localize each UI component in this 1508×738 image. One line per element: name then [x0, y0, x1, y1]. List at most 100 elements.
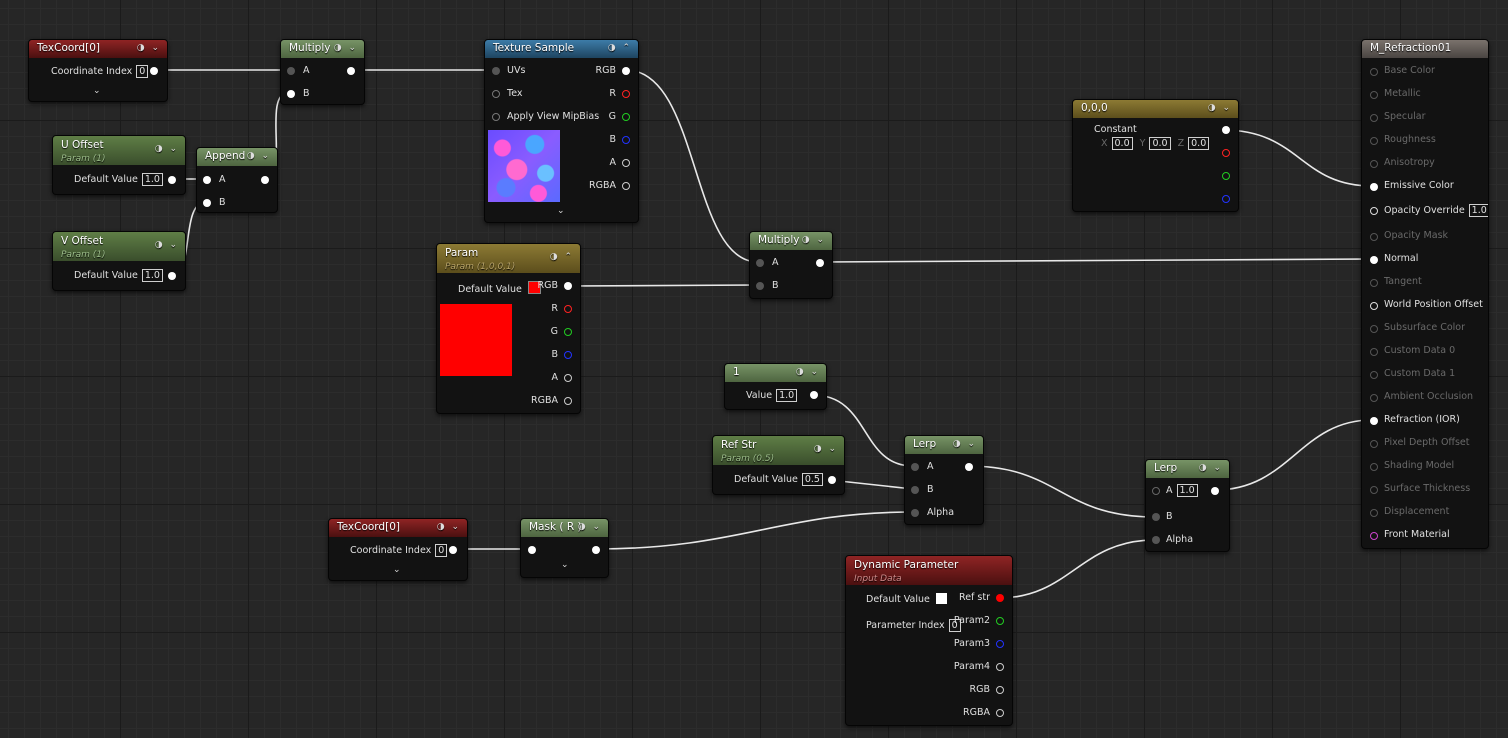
- lerp-node-1[interactable]: Lerp ◑ ⌄ A B Alpha: [904, 435, 984, 525]
- constant3-node[interactable]: 0,0,0 ◑ ⌄ Constant X 0.0 Y 0.0 Z 0.0: [1072, 99, 1239, 212]
- node-header[interactable]: TexCoord[0] ◑ ⌄: [29, 40, 167, 58]
- expand-chevron-icon[interactable]: ⌄: [561, 560, 569, 570]
- coord-index-field[interactable]: Coordinate Index 0: [51, 65, 149, 79]
- input-pin-alpha[interactable]: [1152, 536, 1160, 544]
- output-pin-rgb[interactable]: [996, 686, 1004, 694]
- default-value[interactable]: 1.0: [141, 269, 163, 282]
- param-color-node[interactable]: Param Param (1,0,0,1) ◑ ⌃ Default Value RG…: [436, 243, 581, 414]
- input-pin-ao[interactable]: [1370, 394, 1378, 402]
- preview-toggle-icon[interactable]: ◑ ⌄: [1199, 460, 1223, 477]
- value-input[interactable]: 1.0: [776, 389, 798, 402]
- input-pin-tex[interactable]: [492, 90, 500, 98]
- input-pin-mipbias[interactable]: [492, 113, 500, 121]
- x-value[interactable]: 0.0: [1111, 137, 1133, 150]
- output-pin-b[interactable]: [1222, 195, 1230, 203]
- ref-str-node[interactable]: Ref Str Param (0.5) ◑ ⌄ Default Value 0.5: [712, 435, 845, 495]
- input-pin-shading[interactable]: [1370, 463, 1378, 471]
- a-value[interactable]: 1.0: [1176, 484, 1198, 497]
- opacity-override-value[interactable]: 1.0: [1468, 204, 1488, 217]
- constant-one-node[interactable]: 1 ◑ ⌄ Value 1.0: [724, 363, 827, 410]
- texcoord-node-2[interactable]: TexCoord[0] ◑ ⌄ Coordinate Index 0 ⌄: [328, 518, 468, 581]
- output-pin-g[interactable]: [1222, 172, 1230, 180]
- output-pin[interactable]: [168, 272, 176, 280]
- expand-chevron-icon[interactable]: ⌄: [557, 206, 565, 216]
- node-header[interactable]: Texture Sample ◑ ⌃: [485, 40, 638, 58]
- input-pin-refraction[interactable]: [1370, 417, 1378, 425]
- append-node[interactable]: Append ◑ ⌄ A B: [196, 147, 278, 213]
- input-pin-front-material[interactable]: [1370, 532, 1378, 540]
- output-pin[interactable]: [810, 391, 818, 399]
- output-pin-rgb[interactable]: [622, 67, 630, 75]
- default-value-field[interactable]: Default Value 0.5: [734, 473, 823, 487]
- output-pin-param2[interactable]: [996, 617, 1004, 625]
- node-header[interactable]: U Offset Param (1) ◑ ⌄: [53, 136, 185, 165]
- coord-index-value[interactable]: 0: [435, 544, 448, 557]
- input-pin-base-color[interactable]: [1370, 68, 1378, 76]
- output-pin[interactable]: [347, 67, 355, 75]
- node-header[interactable]: 1 ◑ ⌄: [725, 364, 826, 382]
- default-value-field[interactable]: Default Value 1.0: [74, 269, 163, 283]
- preview-toggle-icon[interactable]: ◑ ⌄: [578, 519, 602, 536]
- input-pin-thickness[interactable]: [1370, 486, 1378, 494]
- coord-index-field[interactable]: Coordinate Index 0: [350, 544, 448, 558]
- default-value-field[interactable]: Default Value: [866, 593, 947, 607]
- input-pin-a[interactable]: [911, 463, 919, 471]
- output-pin-param4[interactable]: [996, 663, 1004, 671]
- input-pin-b[interactable]: [287, 90, 295, 98]
- preview-toggle-icon[interactable]: ◑ ⌄: [802, 232, 826, 249]
- output-pin[interactable]: [816, 259, 824, 267]
- output-pin-rgb[interactable]: [1222, 126, 1230, 134]
- v-offset-node[interactable]: V Offset Param (1) ◑ ⌄ Default Value 1.0: [52, 231, 186, 291]
- input-pin[interactable]: [528, 546, 536, 554]
- output-pin-refstr[interactable]: [996, 594, 1004, 602]
- input-pin-b[interactable]: [203, 199, 211, 207]
- multiply-node-2[interactable]: Multiply ◑ ⌄ A B: [749, 231, 833, 299]
- output-pin-param3[interactable]: [996, 640, 1004, 648]
- node-header[interactable]: Dynamic Parameter Input Data: [846, 556, 1012, 585]
- node-header[interactable]: Multiply ◑ ⌄: [281, 40, 364, 58]
- preview-toggle-icon[interactable]: ◑ ⌄: [437, 519, 461, 536]
- output-pin[interactable]: [1211, 487, 1219, 495]
- output-pin-b[interactable]: [564, 351, 572, 359]
- output-pin-rgba[interactable]: [564, 397, 572, 405]
- output-pin-a[interactable]: [564, 374, 572, 382]
- default-value[interactable]: 0.5: [801, 473, 823, 486]
- output-pin[interactable]: [449, 546, 457, 554]
- preview-toggle-icon[interactable]: ◑ ⌄: [1208, 100, 1232, 117]
- param-index-field[interactable]: Parameter Index 0: [866, 619, 961, 633]
- input-pin-opacity-mask[interactable]: [1370, 233, 1378, 241]
- a-field[interactable]: A 1.0: [1166, 484, 1198, 498]
- expand-chevron-icon[interactable]: ⌄: [393, 565, 401, 575]
- output-pin-rgba[interactable]: [996, 709, 1004, 717]
- output-pin-rgb[interactable]: [564, 282, 572, 290]
- dynamic-parameter-node[interactable]: Dynamic Parameter Input Data Default Valu…: [845, 555, 1013, 726]
- lerp-node-2[interactable]: Lerp ◑ ⌄ A 1.0 B Alpha: [1145, 459, 1230, 552]
- output-pin[interactable]: [592, 546, 600, 554]
- material-graph-canvas[interactable]: TexCoord[0] ◑ ⌄ Coordinate Index 0 ⌄ Multi…: [0, 0, 1508, 738]
- output-pin-b[interactable]: [622, 136, 630, 144]
- output-pin[interactable]: [828, 476, 836, 484]
- input-pin-a[interactable]: [756, 259, 764, 267]
- preview-toggle-icon[interactable]: ◑ ⌄: [137, 40, 161, 57]
- node-header[interactable]: M_Refraction01: [1362, 40, 1488, 58]
- output-pin-g[interactable]: [622, 113, 630, 121]
- input-pin-wpo[interactable]: [1370, 302, 1378, 310]
- input-pin-b[interactable]: [1152, 513, 1160, 521]
- input-pin-metallic[interactable]: [1370, 91, 1378, 99]
- collapse-icon[interactable]: ◑ ⌃: [550, 250, 574, 264]
- input-pin-b[interactable]: [911, 486, 919, 494]
- preview-toggle-icon[interactable]: ◑ ⌄: [796, 364, 820, 381]
- input-pin-displacement[interactable]: [1370, 509, 1378, 517]
- node-header[interactable]: Mask ( R ) ◑ ⌄: [521, 519, 608, 537]
- input-pin-custom1[interactable]: [1370, 371, 1378, 379]
- default-value-field[interactable]: Default Value 1.0: [74, 173, 163, 187]
- output-pin-r[interactable]: [1222, 149, 1230, 157]
- input-pin-b[interactable]: [756, 282, 764, 290]
- mask-node[interactable]: Mask ( R ) ◑ ⌄ ⌄: [520, 518, 609, 578]
- preview-toggle-icon[interactable]: ◑ ⌄: [247, 148, 271, 165]
- output-pin-g[interactable]: [564, 328, 572, 336]
- output-pin[interactable]: [261, 176, 269, 184]
- node-header[interactable]: Lerp ◑ ⌄: [905, 436, 983, 454]
- output-pin[interactable]: [965, 463, 973, 471]
- output-pin[interactable]: [168, 176, 176, 184]
